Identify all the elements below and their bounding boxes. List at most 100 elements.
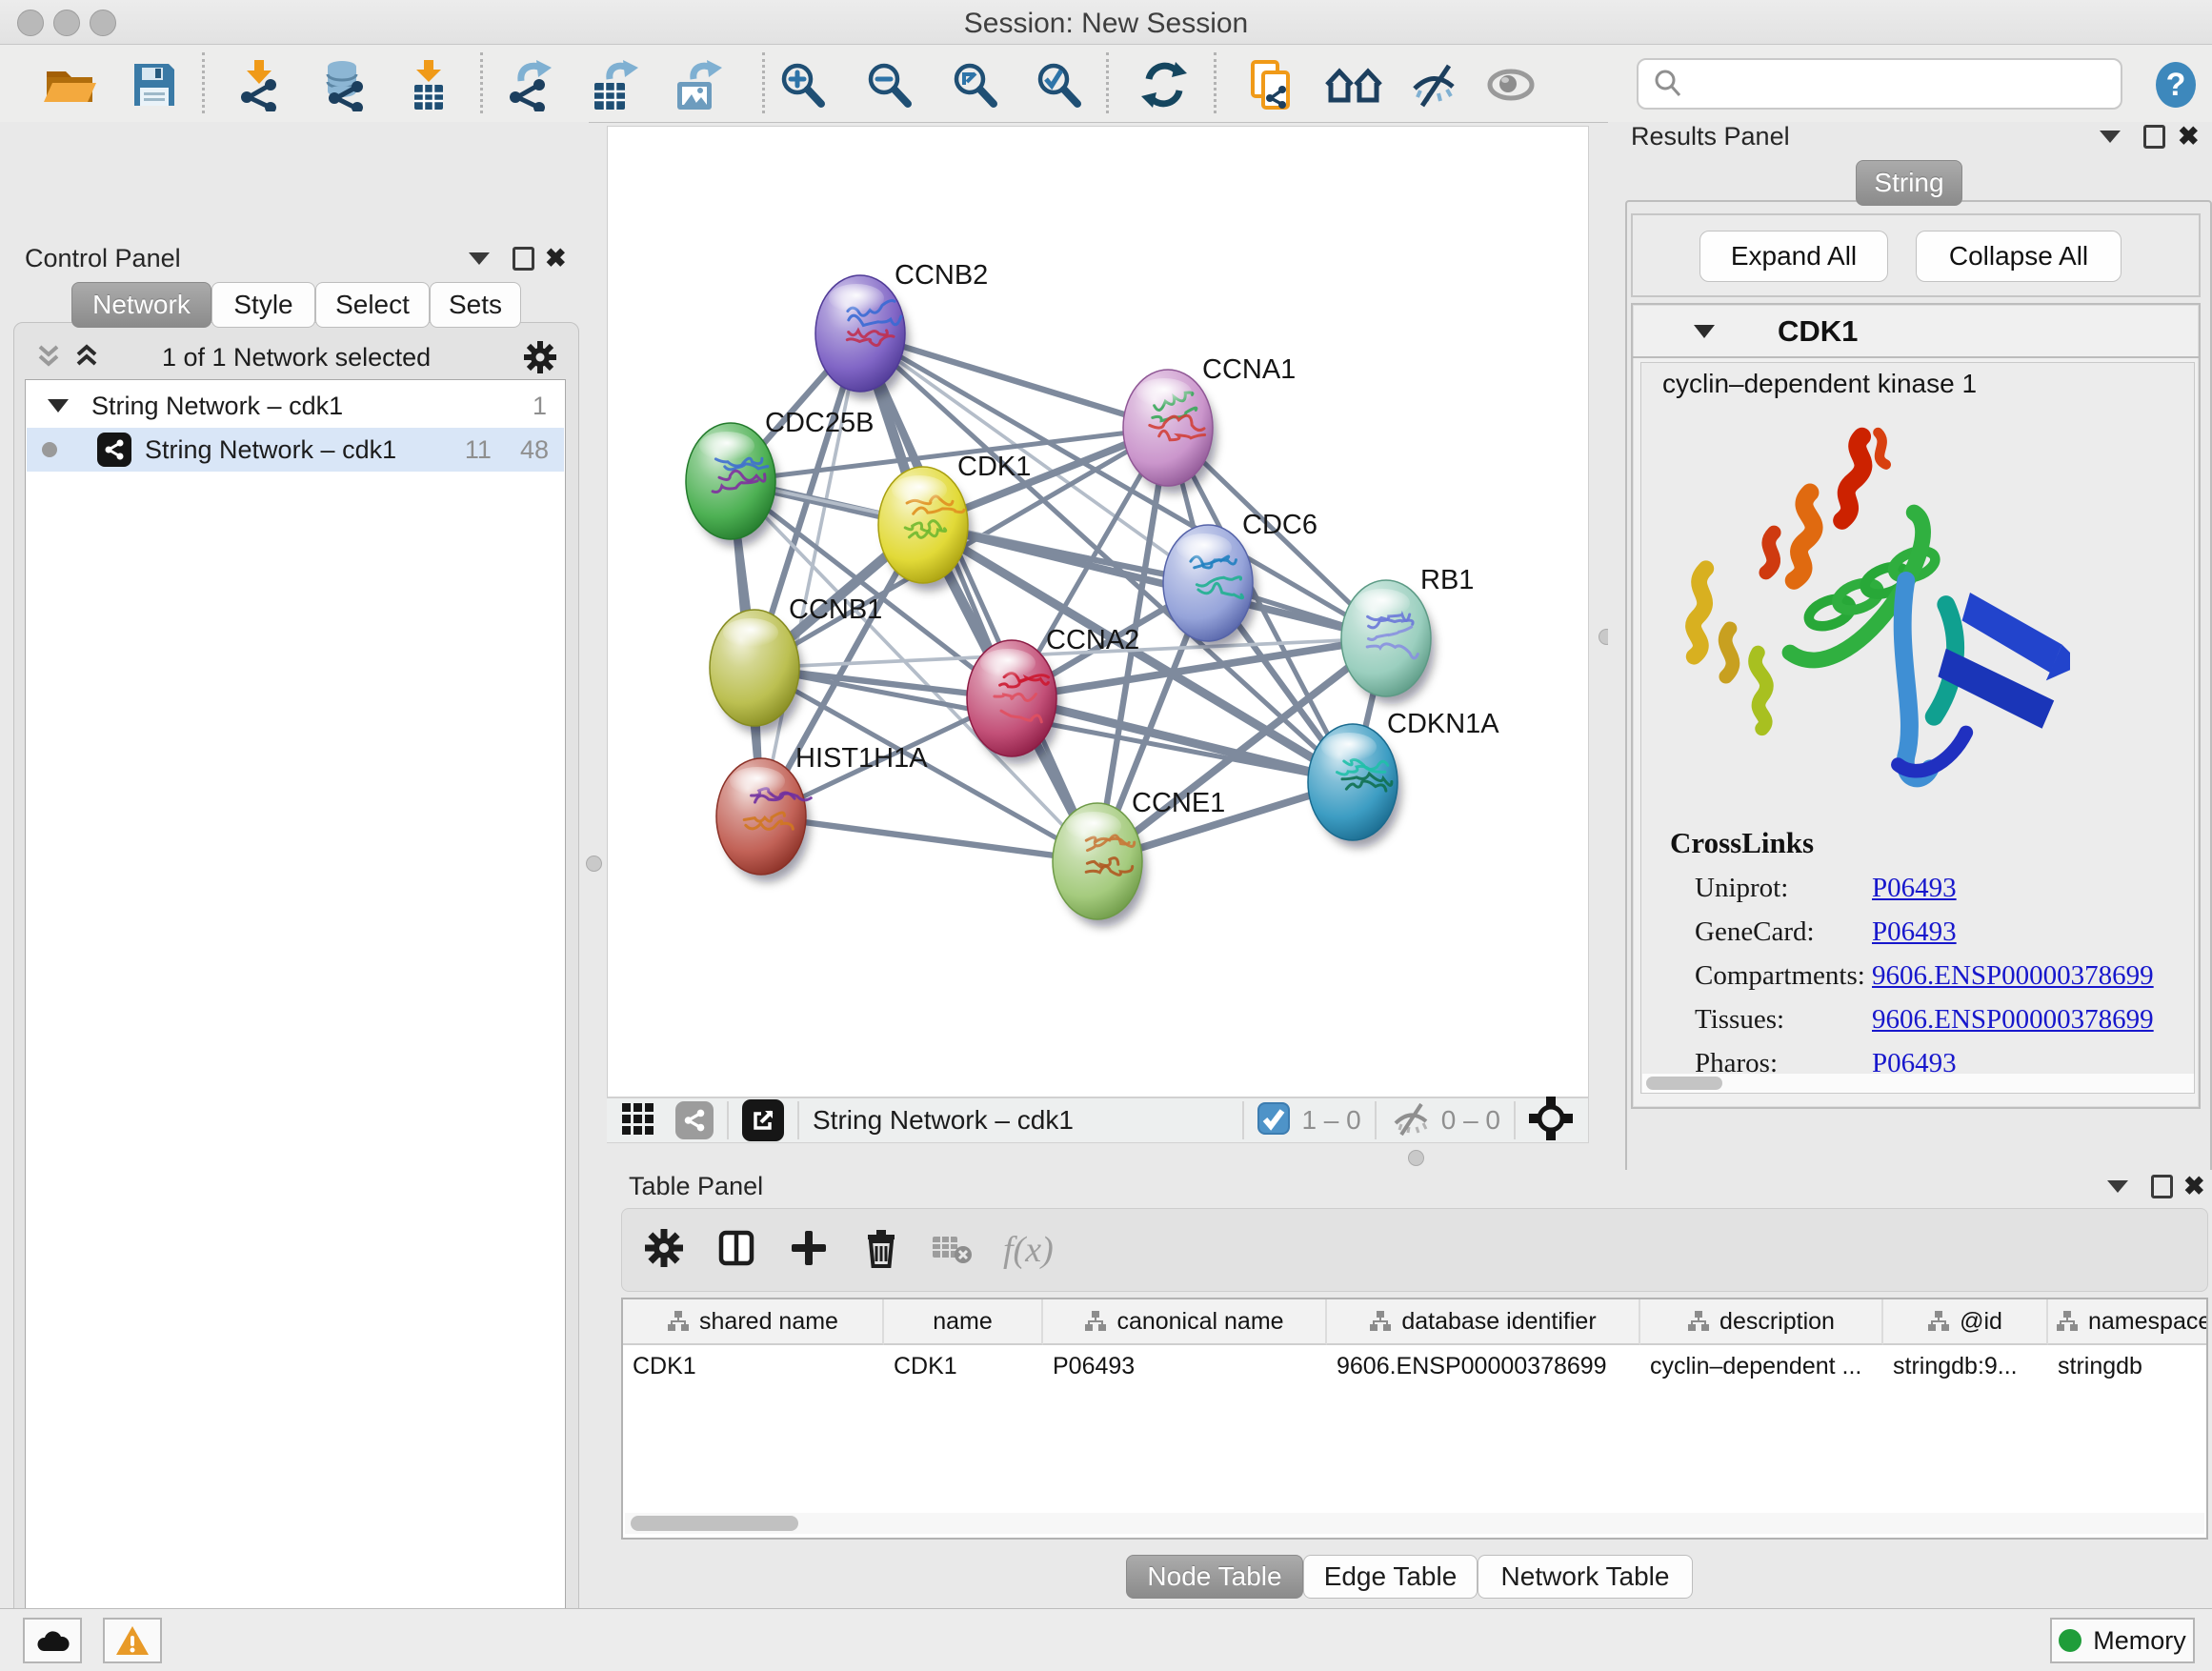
table-cell[interactable]: 9606.ENSP00000378699 — [1327, 1345, 1640, 1387]
column-mapping-icon — [667, 1310, 690, 1333]
save-session-icon[interactable] — [124, 54, 185, 115]
results-hscrollbar-thumb[interactable] — [1646, 1077, 1722, 1090]
network-collection-row[interactable]: String Network – cdk1 1 — [27, 384, 564, 428]
hidden-eye-icon[interactable] — [1390, 1100, 1432, 1141]
show-columns-icon[interactable] — [715, 1227, 757, 1274]
table-settings-gear-icon[interactable] — [643, 1227, 685, 1274]
results-panel-float-icon[interactable] — [2143, 125, 2165, 149]
warning-button[interactable] — [103, 1618, 162, 1663]
results-panel-collapse-icon[interactable] — [2100, 131, 2121, 143]
network-row-selected[interactable]: String Network – cdk1 11 48 — [27, 428, 564, 472]
crosslinks-labels: Uniprot: GeneCard: Compartments: Tissues… — [1695, 866, 1865, 1085]
compartments-link[interactable]: 9606.ENSP00000378699 — [1872, 954, 2154, 997]
control-panel-float-icon[interactable] — [513, 247, 534, 271]
refresh-icon[interactable] — [1134, 54, 1195, 115]
control-panel-close-icon[interactable]: ✖ — [545, 246, 567, 272]
export-image-icon[interactable] — [667, 54, 728, 115]
tab-sets[interactable]: Sets — [430, 282, 521, 328]
expand-all-networks-icon[interactable] — [72, 343, 101, 376]
column-header-database-identifier[interactable]: database identifier — [1327, 1299, 1640, 1345]
help-icon[interactable]: ? — [2145, 54, 2206, 115]
results-hscrollbar[interactable] — [1642, 1074, 2194, 1093]
gene-section-header[interactable]: CDK1 — [1633, 307, 2199, 358]
collection-expand-icon[interactable] — [48, 399, 69, 413]
tab-string[interactable]: String — [1856, 160, 1962, 206]
control-panel-collapse-icon[interactable] — [469, 252, 490, 265]
cloud-button[interactable] — [23, 1618, 82, 1663]
tissues-link[interactable]: 9606.ENSP00000378699 — [1872, 997, 2154, 1041]
add-column-icon[interactable] — [788, 1227, 830, 1274]
table-hscrollbar[interactable] — [625, 1513, 2204, 1534]
table-cell[interactable]: CDK1 — [884, 1345, 1043, 1387]
import-table-icon[interactable] — [398, 54, 459, 115]
network-node-CCNB2[interactable]: CCNB2 — [815, 260, 988, 399]
network-edge-CDK1-RB1[interactable] — [923, 525, 1386, 638]
function-builder-icon[interactable]: f(x) — [1003, 1229, 1054, 1271]
column-header-description[interactable]: description — [1640, 1299, 1883, 1345]
zoom-in-icon[interactable] — [772, 54, 833, 115]
table-hscrollbar-thumb[interactable] — [631, 1516, 798, 1531]
network-edge-CCNB2-CCNE1[interactable] — [860, 333, 1097, 861]
network-node-CCNA1[interactable]: CCNA1 — [1123, 354, 1296, 493]
column-header-id[interactable]: @id — [1883, 1299, 2048, 1345]
table-cell[interactable]: stringdb — [2048, 1345, 2206, 1387]
collapse-all-networks-icon[interactable] — [34, 343, 63, 376]
network-node-CDC6[interactable]: CDC6 — [1163, 510, 1317, 649]
network-node-RB1[interactable]: RB1 — [1341, 565, 1474, 704]
open-folder-icon[interactable] — [39, 54, 100, 115]
network-label: String Network – cdk1 — [145, 435, 396, 465]
network-node-CCNE1[interactable]: CCNE1 — [1053, 788, 1225, 927]
gene-collapse-icon[interactable] — [1694, 325, 1715, 338]
zoom-out-icon[interactable] — [858, 54, 919, 115]
table-cell[interactable]: cyclin–dependent ... — [1640, 1345, 1883, 1387]
memory-button[interactable]: Memory — [2050, 1618, 2195, 1663]
left-splitter-handle[interactable] — [586, 856, 602, 872]
tab-style[interactable]: Style — [211, 282, 315, 328]
import-network-icon[interactable] — [230, 54, 291, 115]
uniprot-link[interactable]: P06493 — [1872, 866, 2154, 910]
duplicate-network-icon[interactable] — [1240, 54, 1301, 115]
column-header-name[interactable]: name — [884, 1299, 1043, 1345]
expand-all-button[interactable]: Expand All — [1699, 231, 1888, 282]
search-input[interactable] — [1637, 58, 2122, 110]
column-header-canonical-name[interactable]: canonical name — [1043, 1299, 1327, 1345]
import-database-icon[interactable] — [313, 54, 374, 115]
network-edge-HIST1H1A-CCNE1[interactable] — [761, 816, 1097, 861]
application-window: Session: New Session — [0, 0, 2212, 1671]
zoom-fit-icon[interactable] — [944, 54, 1005, 115]
collapse-all-button[interactable]: Collapse All — [1916, 231, 2122, 282]
results-panel-close-icon[interactable]: ✖ — [2178, 124, 2200, 150]
show-all-icon[interactable] — [1482, 54, 1543, 115]
tab-network-table[interactable]: Network Table — [1478, 1555, 1693, 1599]
view-grid-icon[interactable] — [620, 1099, 658, 1142]
first-neighbors-icon[interactable] — [1324, 54, 1385, 115]
birdseye-crosshair-icon[interactable] — [1529, 1097, 1573, 1145]
delete-column-trash-icon[interactable] — [860, 1227, 902, 1274]
network-options-gear-icon[interactable] — [522, 339, 558, 380]
zoom-selected-icon[interactable] — [1028, 54, 1089, 115]
bottom-splitter-handle[interactable] — [1408, 1150, 1424, 1166]
network-node-HIST1H1A[interactable]: HIST1H1A — [716, 743, 928, 882]
tab-node-table[interactable]: Node Table — [1126, 1555, 1303, 1599]
network-node-CDKN1A[interactable]: CDKN1A — [1308, 709, 1499, 848]
export-table-icon[interactable] — [583, 54, 644, 115]
export-network-icon[interactable] — [498, 54, 559, 115]
table-panel-close-icon[interactable]: ✖ — [2183, 1174, 2205, 1199]
tab-edge-table[interactable]: Edge Table — [1303, 1555, 1478, 1599]
view-network-icon[interactable] — [675, 1101, 714, 1139]
selected-checkbox-icon[interactable] — [1257, 1102, 1290, 1139]
genecard-link[interactable]: P06493 — [1872, 910, 2154, 954]
table-cell[interactable]: P06493 — [1043, 1345, 1327, 1387]
column-header-shared-name[interactable]: shared name — [623, 1299, 884, 1345]
tab-network[interactable]: Network — [71, 282, 211, 328]
delete-table-icon[interactable] — [931, 1229, 975, 1272]
table-cell[interactable]: stringdb:9... — [1883, 1345, 2048, 1387]
detach-view-icon[interactable] — [742, 1099, 784, 1141]
column-header-namespace[interactable]: namespace — [2048, 1299, 2206, 1345]
hide-selected-icon[interactable] — [1405, 54, 1466, 115]
tab-select[interactable]: Select — [315, 282, 430, 328]
table-panel-float-icon[interactable] — [2151, 1175, 2173, 1198]
table-panel-collapse-icon[interactable] — [2107, 1180, 2128, 1193]
network-canvas[interactable]: CCNB2CCNA1CDC25BCDK1CDC6RB1CCNB1CCNA2CDK… — [608, 127, 1588, 1097]
table-cell[interactable]: CDK1 — [623, 1345, 884, 1387]
